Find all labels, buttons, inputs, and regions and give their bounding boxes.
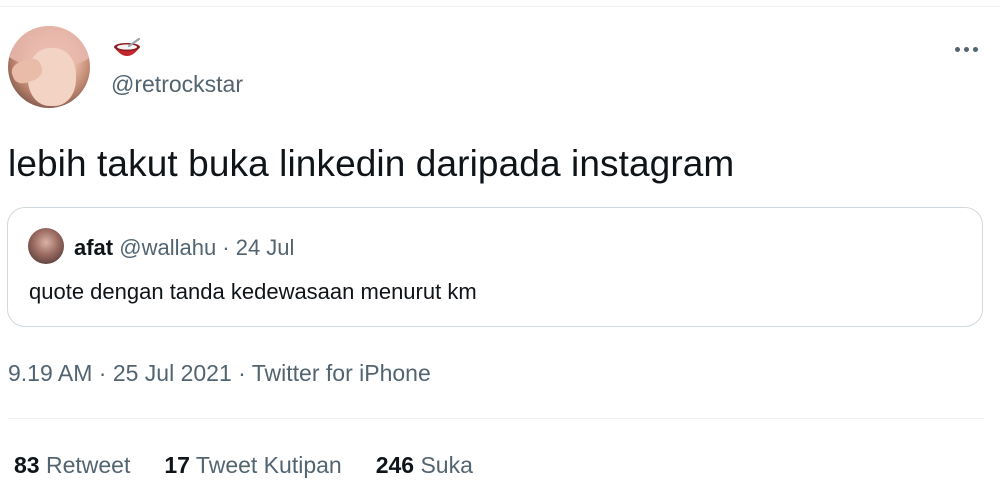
- tweet-text: lebih takut buka linkedin daripada insta…: [8, 143, 735, 184]
- stat-number: 246: [375, 452, 415, 478]
- stat-label: Tweet Kutipan: [189, 452, 342, 478]
- more-dot: [972, 46, 978, 52]
- stats-divider: [8, 418, 984, 419]
- profile-avatar[interactable]: [8, 26, 90, 108]
- stat-number: 17: [164, 452, 190, 478]
- like-count[interactable]: 246 Suka: [376, 452, 473, 479]
- stat-label: Suka: [414, 452, 473, 478]
- more-dot: [963, 46, 969, 52]
- quote-tweet-count[interactable]: 17 Tweet Kutipan: [164, 452, 341, 479]
- more-dot: [954, 46, 960, 52]
- quoted-user-avatar: [28, 228, 64, 264]
- quoted-tweet-card[interactable]: afat @wallahu · 24 Jul quote dengan tand…: [7, 207, 983, 327]
- user-handle[interactable]: @retrockstar: [111, 71, 243, 98]
- quoted-tweet-header: afat @wallahu · 24 Jul: [74, 235, 294, 261]
- engagement-stats: 83 Retweet 17 Tweet Kutipan 246 Suka: [14, 452, 473, 479]
- quoted-tweet-text: quote dengan tanda kedewasaan menurut km: [29, 279, 477, 304]
- tweet-timestamp[interactable]: 9.19 AM · 25 Jul 2021 · Twitter for iPho…: [8, 360, 431, 387]
- more-horizontal-icon[interactable]: [946, 34, 986, 64]
- bowl-with-spoon-icon: [114, 37, 141, 56]
- top-divider: [0, 6, 1000, 7]
- quoted-user-name: afat: [74, 235, 114, 260]
- stat-label: Retweet: [39, 452, 131, 478]
- stat-number: 83: [14, 452, 40, 478]
- quoted-handle-date: @wallahu · 24 Jul: [113, 235, 295, 260]
- retweet-count[interactable]: 83 Retweet: [14, 452, 130, 479]
